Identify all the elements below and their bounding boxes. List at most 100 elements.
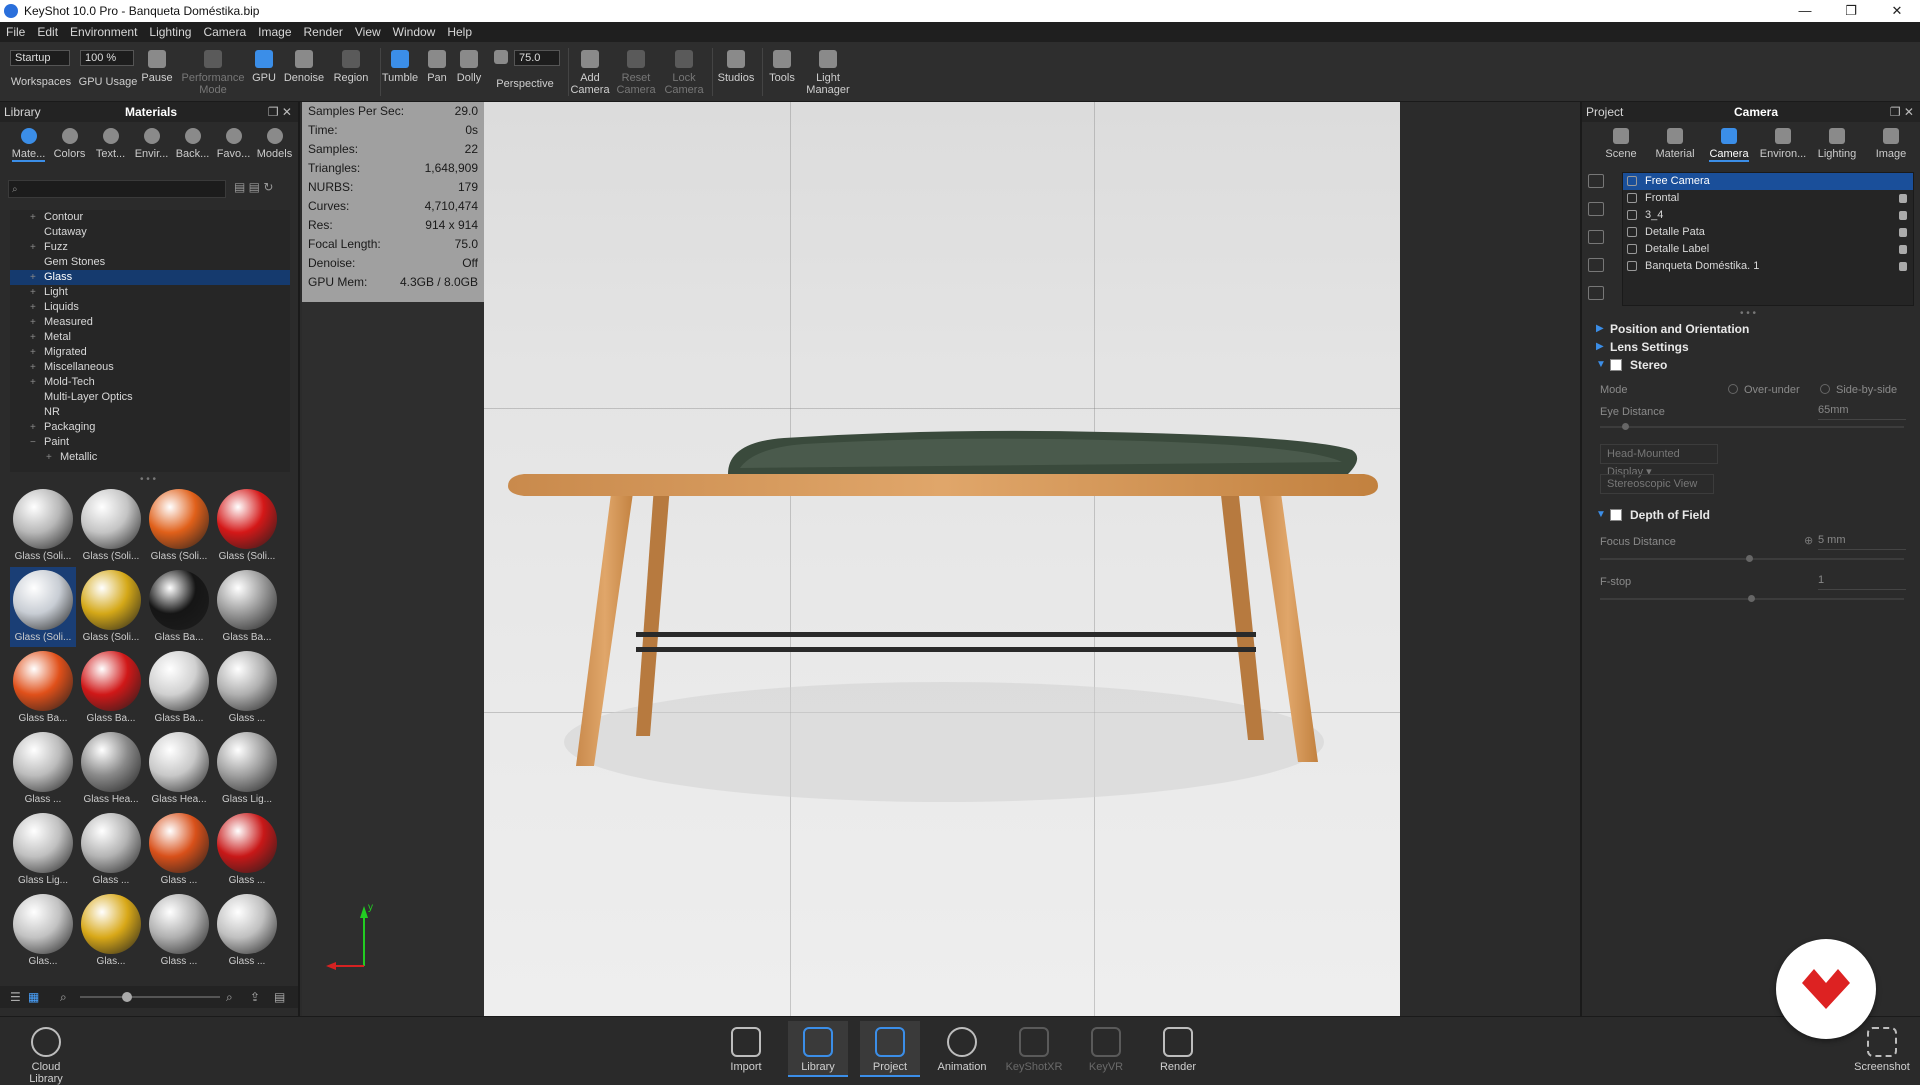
camera-list[interactable]: Free Camera Frontal 3_4 Detalle Pata Detalle… — [1622, 172, 1914, 306]
eye-distance-slider[interactable] — [1600, 426, 1904, 428]
tree-item[interactable]: + Glass — [10, 270, 290, 285]
menu-file[interactable]: File — [6, 25, 25, 39]
camera-list-item[interactable]: Free Camera — [1623, 173, 1913, 190]
workspace-select[interactable]: Startup — [10, 50, 70, 66]
tab-favorites[interactable]: Favo... — [213, 122, 254, 172]
cloud-library-button[interactable]: Cloud Library — [14, 1021, 78, 1085]
material-thumbnail[interactable]: Glass (Soli... — [10, 486, 76, 566]
depth-of-field-checkbox[interactable] — [1610, 509, 1622, 521]
material-thumbnail[interactable]: Glass (Soli... — [214, 486, 280, 566]
tree-item[interactable]: + Measured — [10, 315, 290, 330]
thumbnail-size-knob[interactable] — [122, 992, 132, 1002]
tree-item[interactable]: + Mold-Tech — [10, 375, 290, 390]
stereo-checkbox[interactable] — [1610, 359, 1622, 371]
focus-distance-input[interactable]: 5 mm — [1818, 534, 1906, 550]
tools-button[interactable]: Tools — [764, 44, 800, 84]
menu-environment[interactable]: Environment — [70, 25, 137, 39]
expand-icon[interactable]: + — [30, 315, 36, 330]
camera-save-icon[interactable] — [1588, 286, 1604, 300]
material-thumbnail[interactable]: Glass Ba... — [146, 648, 212, 728]
fstop-input[interactable]: 1 — [1818, 574, 1906, 590]
keyvr-button[interactable]: KeyVR — [1076, 1021, 1136, 1073]
tree-item[interactable]: + Light — [10, 285, 290, 300]
menu-edit[interactable]: Edit — [37, 25, 58, 39]
tab-environment[interactable]: Environ... — [1756, 122, 1810, 172]
eye-distance-input[interactable]: 65mm — [1818, 404, 1906, 420]
material-thumbnail[interactable]: Glass (Soli... — [146, 486, 212, 566]
expand-icon[interactable]: − — [30, 435, 36, 450]
target-icon[interactable]: ⊕ — [1804, 534, 1813, 547]
tab-material[interactable]: Material — [1648, 122, 1702, 172]
lock-icon[interactable] — [1899, 262, 1907, 271]
material-thumbnail[interactable]: Glass Lig... — [214, 729, 280, 809]
material-thumbnails-grid[interactable]: Glass (Soli... Glass (Soli... Glass (Soli.… — [10, 486, 280, 976]
tree-item[interactable]: + Migrated — [10, 345, 290, 360]
keyshotxr-button[interactable]: KeyShotXR — [1004, 1021, 1064, 1073]
grid-view-icon[interactable]: ▦ — [28, 990, 39, 1004]
zoom-out-icon[interactable]: ⌕ — [60, 990, 67, 1005]
library-button[interactable]: Library — [788, 1021, 848, 1077]
zoom-in-icon[interactable]: ⌕ — [226, 990, 233, 1005]
tab-scene[interactable]: Scene — [1594, 122, 1648, 172]
tree-item[interactable]: Cutaway — [10, 225, 290, 240]
tab-camera[interactable]: Camera — [1702, 122, 1756, 172]
material-thumbnail[interactable]: Glass Ba... — [214, 567, 280, 647]
tree-item[interactable]: NR — [10, 405, 290, 420]
material-thumbnail[interactable]: Glass Ba... — [78, 648, 144, 728]
upload-icon[interactable]: ⇪ — [250, 990, 260, 1004]
material-thumbnail[interactable]: Glass (Soli... — [10, 567, 76, 647]
tab-environments[interactable]: Envir... — [131, 122, 172, 172]
list-view-icon[interactable]: ☰ — [10, 990, 21, 1004]
denoise-button[interactable]: Denoise — [282, 44, 326, 84]
folder-icon[interactable]: ▤ — [274, 990, 285, 1004]
studios-button[interactable]: Studios — [716, 44, 756, 84]
camera-list-item[interactable]: Frontal — [1623, 190, 1913, 207]
import-button[interactable]: Import — [716, 1021, 776, 1073]
tumble-button[interactable]: Tumble — [380, 44, 420, 84]
menu-view[interactable]: View — [355, 25, 381, 39]
head-mounted-display-button[interactable]: Head-Mounted Display ▾ — [1600, 444, 1718, 478]
camera-view-icon[interactable] — [1588, 174, 1604, 188]
tree-item[interactable]: + Metallic — [10, 450, 290, 465]
splitter-handle[interactable]: • • • — [1740, 308, 1756, 319]
menu-render[interactable]: Render — [304, 25, 343, 39]
material-thumbnail[interactable]: Glass ... — [214, 648, 280, 728]
gpu-usage-select[interactable]: 100 % — [80, 50, 134, 66]
region-button[interactable]: Region — [330, 44, 372, 84]
lock-camera-button[interactable]: Lock Camera — [664, 44, 704, 96]
thumbnail-size-slider[interactable] — [80, 996, 220, 998]
camera-list-item[interactable]: Detalle Pata — [1623, 224, 1913, 241]
side-by-side-radio[interactable]: Side-by-side — [1820, 384, 1897, 396]
tree-item[interactable]: + Packaging — [10, 420, 290, 435]
library-search-input[interactable]: ⌕ — [8, 180, 226, 198]
expand-icon[interactable]: + — [30, 270, 36, 285]
light-manager-button[interactable]: Light Manager — [804, 44, 852, 96]
expand-icon[interactable]: + — [30, 285, 36, 300]
splitter-handle[interactable]: • • • — [140, 474, 156, 485]
tree-item[interactable]: + Fuzz — [10, 240, 290, 255]
camera-list-item[interactable]: Detalle Label — [1623, 241, 1913, 258]
lock-icon[interactable] — [1899, 194, 1907, 203]
tab-backplates[interactable]: Back... — [172, 122, 213, 172]
lens-settings-section[interactable]: ▶ Lens Settings — [1594, 338, 1912, 356]
expand-icon[interactable]: + — [30, 360, 36, 375]
focal-length-input[interactable]: 75.0 — [514, 50, 560, 66]
tree-item[interactable]: Gem Stones — [10, 255, 290, 270]
material-thumbnail[interactable]: Glass Hea... — [146, 729, 212, 809]
tab-lighting[interactable]: Lighting — [1810, 122, 1864, 172]
material-thumbnail[interactable]: Glass (Soli... — [78, 567, 144, 647]
material-thumbnail[interactable]: Glass ... — [10, 729, 76, 809]
position-orientation-section[interactable]: ▶ Position and Orientation — [1594, 320, 1912, 338]
expand-icon[interactable]: + — [30, 300, 36, 315]
lock-icon[interactable] — [1899, 228, 1907, 237]
tab-materials[interactable]: Mate... — [8, 122, 49, 172]
project-button[interactable]: Project — [860, 1021, 920, 1077]
material-thumbnail[interactable]: Glas... — [10, 891, 76, 971]
panel-controls[interactable]: ❐ ✕ — [268, 102, 292, 122]
minimize-button[interactable]: — — [1782, 0, 1828, 22]
expand-icon[interactable]: + — [30, 420, 36, 435]
library-folder-icons[interactable]: ▤ ▤ ↻ — [234, 180, 273, 194]
realtime-render-image[interactable]: y — [326, 102, 1400, 1016]
camera-list-item[interactable]: 3_4 — [1623, 207, 1913, 224]
material-thumbnail[interactable]: Glass Ba... — [146, 567, 212, 647]
